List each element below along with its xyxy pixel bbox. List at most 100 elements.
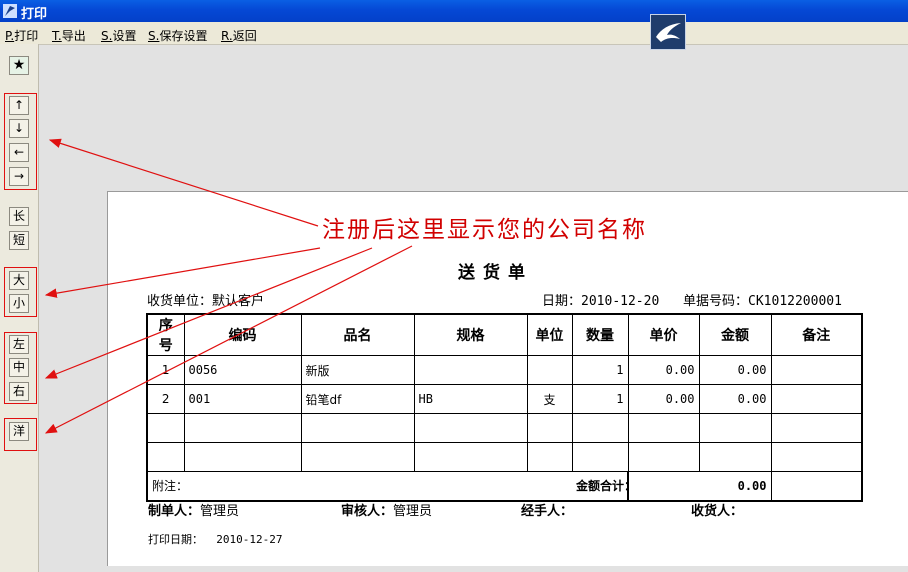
cell: 1	[571, 355, 629, 385]
longer-button[interactable]: 长	[9, 207, 29, 226]
recipient-signature: 收货人：	[691, 500, 743, 519]
items-table: 序号 编码 品名 规格 单位 数量 单价 金额 备注 1 0056 新版 1 0…	[146, 313, 863, 502]
document-title: 送货单	[458, 263, 533, 283]
menu-print-key: P.	[5, 29, 15, 43]
cell	[146, 442, 185, 472]
receiver-label: 收货单位：	[147, 294, 213, 309]
detail-button[interactable]: 洋	[9, 422, 29, 441]
print-date-value: 2010-12-27	[216, 533, 283, 546]
cell	[571, 442, 629, 472]
remark-label: 附注：	[152, 479, 189, 494]
col-header: 数量	[571, 313, 629, 356]
shorter-button[interactable]: 短	[9, 231, 29, 250]
receiver-value: 默认客户	[212, 294, 265, 309]
cell: 2	[146, 384, 185, 414]
maker-value: 管理员	[200, 504, 240, 519]
cell	[698, 413, 772, 443]
menu-print[interactable]: P.打印	[5, 27, 38, 44]
cell	[770, 413, 863, 443]
move-down-button[interactable]: ↓	[9, 119, 29, 138]
move-left-button[interactable]: ←	[9, 143, 29, 162]
date-label: 日期：	[542, 294, 582, 309]
menu-return[interactable]: R.返回	[221, 27, 257, 44]
menu-export[interactable]: T.导出	[52, 27, 86, 44]
cell: HB	[413, 384, 528, 414]
cell	[300, 442, 415, 472]
cell	[526, 355, 573, 385]
cell: 0.00	[627, 384, 700, 414]
menu-return-key: R.	[221, 29, 233, 43]
cell	[770, 442, 863, 472]
col-header: 编码	[183, 313, 302, 356]
app-icon	[3, 4, 17, 18]
cell: 支	[526, 384, 573, 414]
move-up-button[interactable]: ↑	[9, 96, 29, 115]
doc-number-info: 单据号码：CK1012200001	[683, 290, 842, 309]
remark-cell: 附注：	[146, 471, 572, 501]
menu-export-label: 导出	[61, 29, 86, 43]
cell	[146, 413, 185, 443]
table-row	[146, 442, 863, 472]
align-center-button[interactable]: 中	[9, 358, 29, 377]
menu-print-label: 打印	[14, 29, 39, 43]
table-row: 1 0056 新版 1 0.00 0.00	[146, 355, 863, 385]
menu-settings-label: 设置	[112, 29, 137, 43]
menu-return-label: 返回	[232, 29, 257, 43]
move-right-button[interactable]: →	[9, 167, 29, 186]
doc-number-value: CK1012200001	[748, 294, 842, 309]
cell	[571, 413, 629, 443]
date-value: 2010-12-20	[581, 294, 660, 309]
menu-save-settings[interactable]: S.保存设置	[148, 27, 207, 44]
total-label: 金额合计：	[576, 479, 637, 494]
menu-save-label: 保存设置	[159, 29, 208, 43]
col-header: 单位	[526, 313, 573, 356]
registration-annotation: 注册后这里显示您的公司名称	[322, 217, 647, 243]
align-left-button[interactable]: 左	[9, 335, 29, 354]
handler-label: 经手人：	[521, 504, 574, 519]
cell: 0056	[183, 355, 302, 385]
col-header: 金额	[698, 313, 772, 356]
recipient-label: 收货人：	[691, 504, 744, 519]
cell	[413, 442, 528, 472]
cell	[300, 413, 415, 443]
cell	[526, 413, 573, 443]
cell	[770, 384, 863, 414]
cell: 001	[183, 384, 302, 414]
cell	[413, 355, 528, 385]
cell: 0.00	[698, 384, 772, 414]
cell	[183, 442, 302, 472]
total-label-cell: 金额合计：	[572, 471, 636, 501]
menu-settings-key: S.	[101, 29, 113, 43]
receiver-info: 收货单位：默认客户	[147, 290, 264, 309]
reviewer-signature: 审核人：管理员	[341, 500, 432, 519]
star-button[interactable]: ★	[9, 56, 29, 75]
menu-settings[interactable]: S.设置	[101, 27, 136, 44]
cell: 铅笔df	[300, 384, 415, 414]
bird-logo-icon	[650, 14, 686, 50]
col-header: 规格	[413, 313, 528, 356]
cell	[627, 442, 700, 472]
cell	[526, 442, 573, 472]
print-date-label: 打印日期：	[148, 533, 203, 546]
align-right-button[interactable]: 右	[9, 382, 29, 401]
cell	[413, 413, 528, 443]
cell: 新版	[300, 355, 415, 385]
menu-save-key: S.	[148, 29, 160, 43]
window-title: 打印	[21, 7, 48, 22]
menu-bar: P.打印 T.导出 S.设置 S.保存设置 R.返回	[0, 22, 908, 45]
col-header: 单价	[627, 313, 700, 356]
doc-number-label: 单据号码：	[683, 294, 749, 309]
total-value: 0.00	[627, 471, 772, 501]
date-info: 日期：2010-12-20	[542, 290, 659, 309]
title-bar: 打印	[0, 0, 908, 22]
table-header-row: 序号 编码 品名 规格 单位 数量 单价 金额 备注	[146, 313, 863, 356]
cell	[770, 471, 863, 501]
col-header: 品名	[300, 313, 415, 356]
bigger-button[interactable]: 大	[9, 271, 29, 290]
cell	[183, 413, 302, 443]
table-row	[146, 413, 863, 443]
print-date: 打印日期： 2010-12-27	[148, 531, 282, 547]
smaller-button[interactable]: 小	[9, 294, 29, 313]
handler-signature: 经手人：	[521, 500, 573, 519]
col-header: 序号	[146, 313, 185, 356]
